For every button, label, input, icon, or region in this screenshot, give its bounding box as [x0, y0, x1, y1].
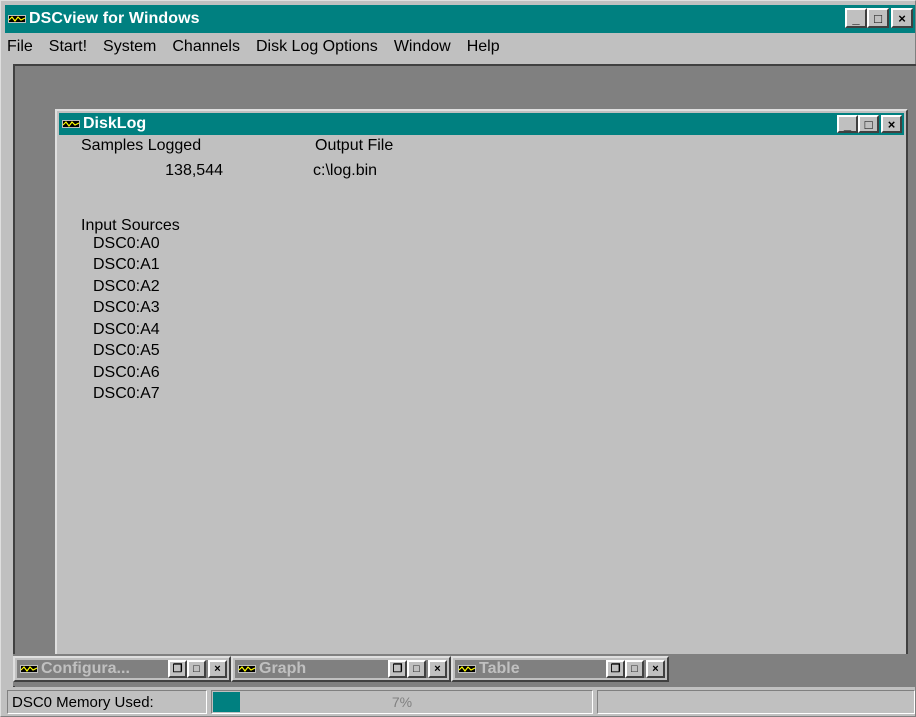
input-source-item: DSC0:A6 — [93, 364, 160, 381]
input-source-item: DSC0:A2 — [93, 278, 160, 295]
menu-help[interactable]: Help — [459, 38, 508, 56]
maximize-icon: □ — [864, 116, 873, 132]
output-file-label: Output File — [315, 137, 394, 154]
input-source-item: DSC0:A3 — [93, 299, 160, 316]
configuration-close-button[interactable]: × — [208, 660, 227, 678]
minimized-windows-row: Configura... ❐ □ × Graph ❐ □ × Table ❐ □… — [13, 654, 916, 686]
input-source-item: DSC0:A4 — [93, 321, 160, 338]
memory-used-panel: DSC0 Memory Used: — [7, 690, 207, 714]
minimize-icon: _ — [843, 116, 852, 132]
input-source-item: DSC0:A7 — [93, 385, 160, 402]
disklog-titlebar[interactable]: DiskLog _ □ × — [59, 113, 904, 135]
menu-channels[interactable]: Channels — [164, 38, 248, 56]
minimize-icon: _ — [852, 10, 860, 26]
maximize-button[interactable]: □ — [867, 8, 889, 28]
minimized-table-titlebar[interactable]: Table ❐ □ × — [455, 660, 665, 678]
app-window-controls: _ □ × — [845, 8, 913, 28]
disklog-minimize-button[interactable]: _ — [837, 115, 858, 133]
maximize-icon: □ — [413, 662, 420, 675]
minimized-configuration-window[interactable]: Configura... ❐ □ × — [13, 656, 231, 682]
samples-logged-label: Samples Logged — [81, 137, 202, 154]
input-source-item: DSC0:A5 — [93, 342, 160, 359]
minimized-table-title: Table — [479, 660, 520, 677]
restore-icon: ❐ — [610, 662, 621, 675]
minimized-table-window[interactable]: Table ❐ □ × — [451, 656, 669, 682]
menu-window[interactable]: Window — [386, 38, 459, 56]
close-button[interactable]: × — [891, 8, 913, 28]
configuration-icon — [19, 662, 39, 676]
input-source-item: DSC0:A1 — [93, 256, 160, 273]
app-icon[interactable] — [7, 12, 27, 26]
disklog-close-button[interactable]: × — [881, 115, 902, 133]
minimized-graph-titlebar[interactable]: Graph ❐ □ × — [235, 660, 447, 678]
minimized-graph-window[interactable]: Graph ❐ □ × — [231, 656, 451, 682]
graph-close-button[interactable]: × — [428, 660, 447, 678]
close-icon: × — [898, 10, 906, 26]
minimize-button[interactable]: _ — [845, 8, 867, 28]
disklog-maximize-button[interactable]: □ — [858, 115, 879, 133]
disklog-window[interactable]: DiskLog _ □ × Samples Logged 138,544 Out… — [55, 109, 908, 665]
close-icon: × — [652, 662, 659, 675]
graph-icon — [237, 662, 257, 676]
minimized-graph-title: Graph — [259, 660, 307, 677]
table-maximize-button[interactable]: □ — [625, 660, 644, 678]
close-icon: × — [434, 662, 441, 675]
disklog-window-controls: _ □ × — [837, 115, 902, 133]
memory-used-label: DSC0 Memory Used: — [12, 693, 154, 711]
disklog-title: DiskLog — [83, 115, 147, 132]
app-title: DSCview for Windows — [29, 10, 200, 27]
configuration-window-controls: ❐ □ × — [168, 660, 227, 678]
output-file-value: c:\log.bin — [313, 162, 378, 179]
configuration-maximize-button[interactable]: □ — [187, 660, 206, 678]
main-window: DSCview for Windows _ □ × File Start! Sy… — [0, 0, 916, 717]
memory-gauge: 7% — [211, 690, 593, 714]
memory-percent-text: 7% — [391, 694, 413, 710]
mdi-workspace: DiskLog _ □ × Samples Logged 138,544 Out… — [13, 64, 916, 687]
restore-icon: ❐ — [392, 662, 403, 675]
menu-system[interactable]: System — [95, 38, 164, 56]
graph-window-controls: ❐ □ × — [388, 660, 447, 678]
table-icon — [457, 662, 477, 676]
disklog-content: Samples Logged 138,544 Output File c:\lo… — [57, 135, 906, 663]
statusbar: DSC0 Memory Used: 7% — [5, 688, 915, 716]
graph-restore-button[interactable]: ❐ — [388, 660, 407, 678]
menu-disk-log-options[interactable]: Disk Log Options — [248, 38, 386, 56]
status-panel-empty — [597, 690, 915, 714]
maximize-icon: □ — [193, 662, 200, 675]
menu-start[interactable]: Start! — [41, 38, 95, 56]
minimized-configuration-titlebar[interactable]: Configura... ❐ □ × — [17, 660, 227, 678]
table-restore-button[interactable]: ❐ — [606, 660, 625, 678]
menu-file[interactable]: File — [5, 38, 41, 56]
input-sources-label: Input Sources — [81, 217, 180, 234]
app-titlebar[interactable]: DSCview for Windows _ □ × — [5, 5, 915, 33]
close-icon: × — [214, 662, 221, 675]
maximize-icon: □ — [874, 10, 882, 26]
samples-logged-value: 138,544 — [165, 162, 223, 179]
minimized-configuration-title: Configura... — [41, 660, 130, 677]
close-icon: × — [887, 116, 896, 132]
configuration-restore-button[interactable]: ❐ — [168, 660, 187, 678]
maximize-icon: □ — [631, 662, 638, 675]
restore-icon: ❐ — [172, 662, 183, 675]
input-source-item: DSC0:A0 — [93, 235, 160, 252]
graph-maximize-button[interactable]: □ — [407, 660, 426, 678]
disklog-icon[interactable] — [61, 117, 81, 131]
menubar: File Start! System Channels Disk Log Opt… — [5, 34, 915, 60]
table-window-controls: ❐ □ × — [606, 660, 665, 678]
table-close-button[interactable]: × — [646, 660, 665, 678]
